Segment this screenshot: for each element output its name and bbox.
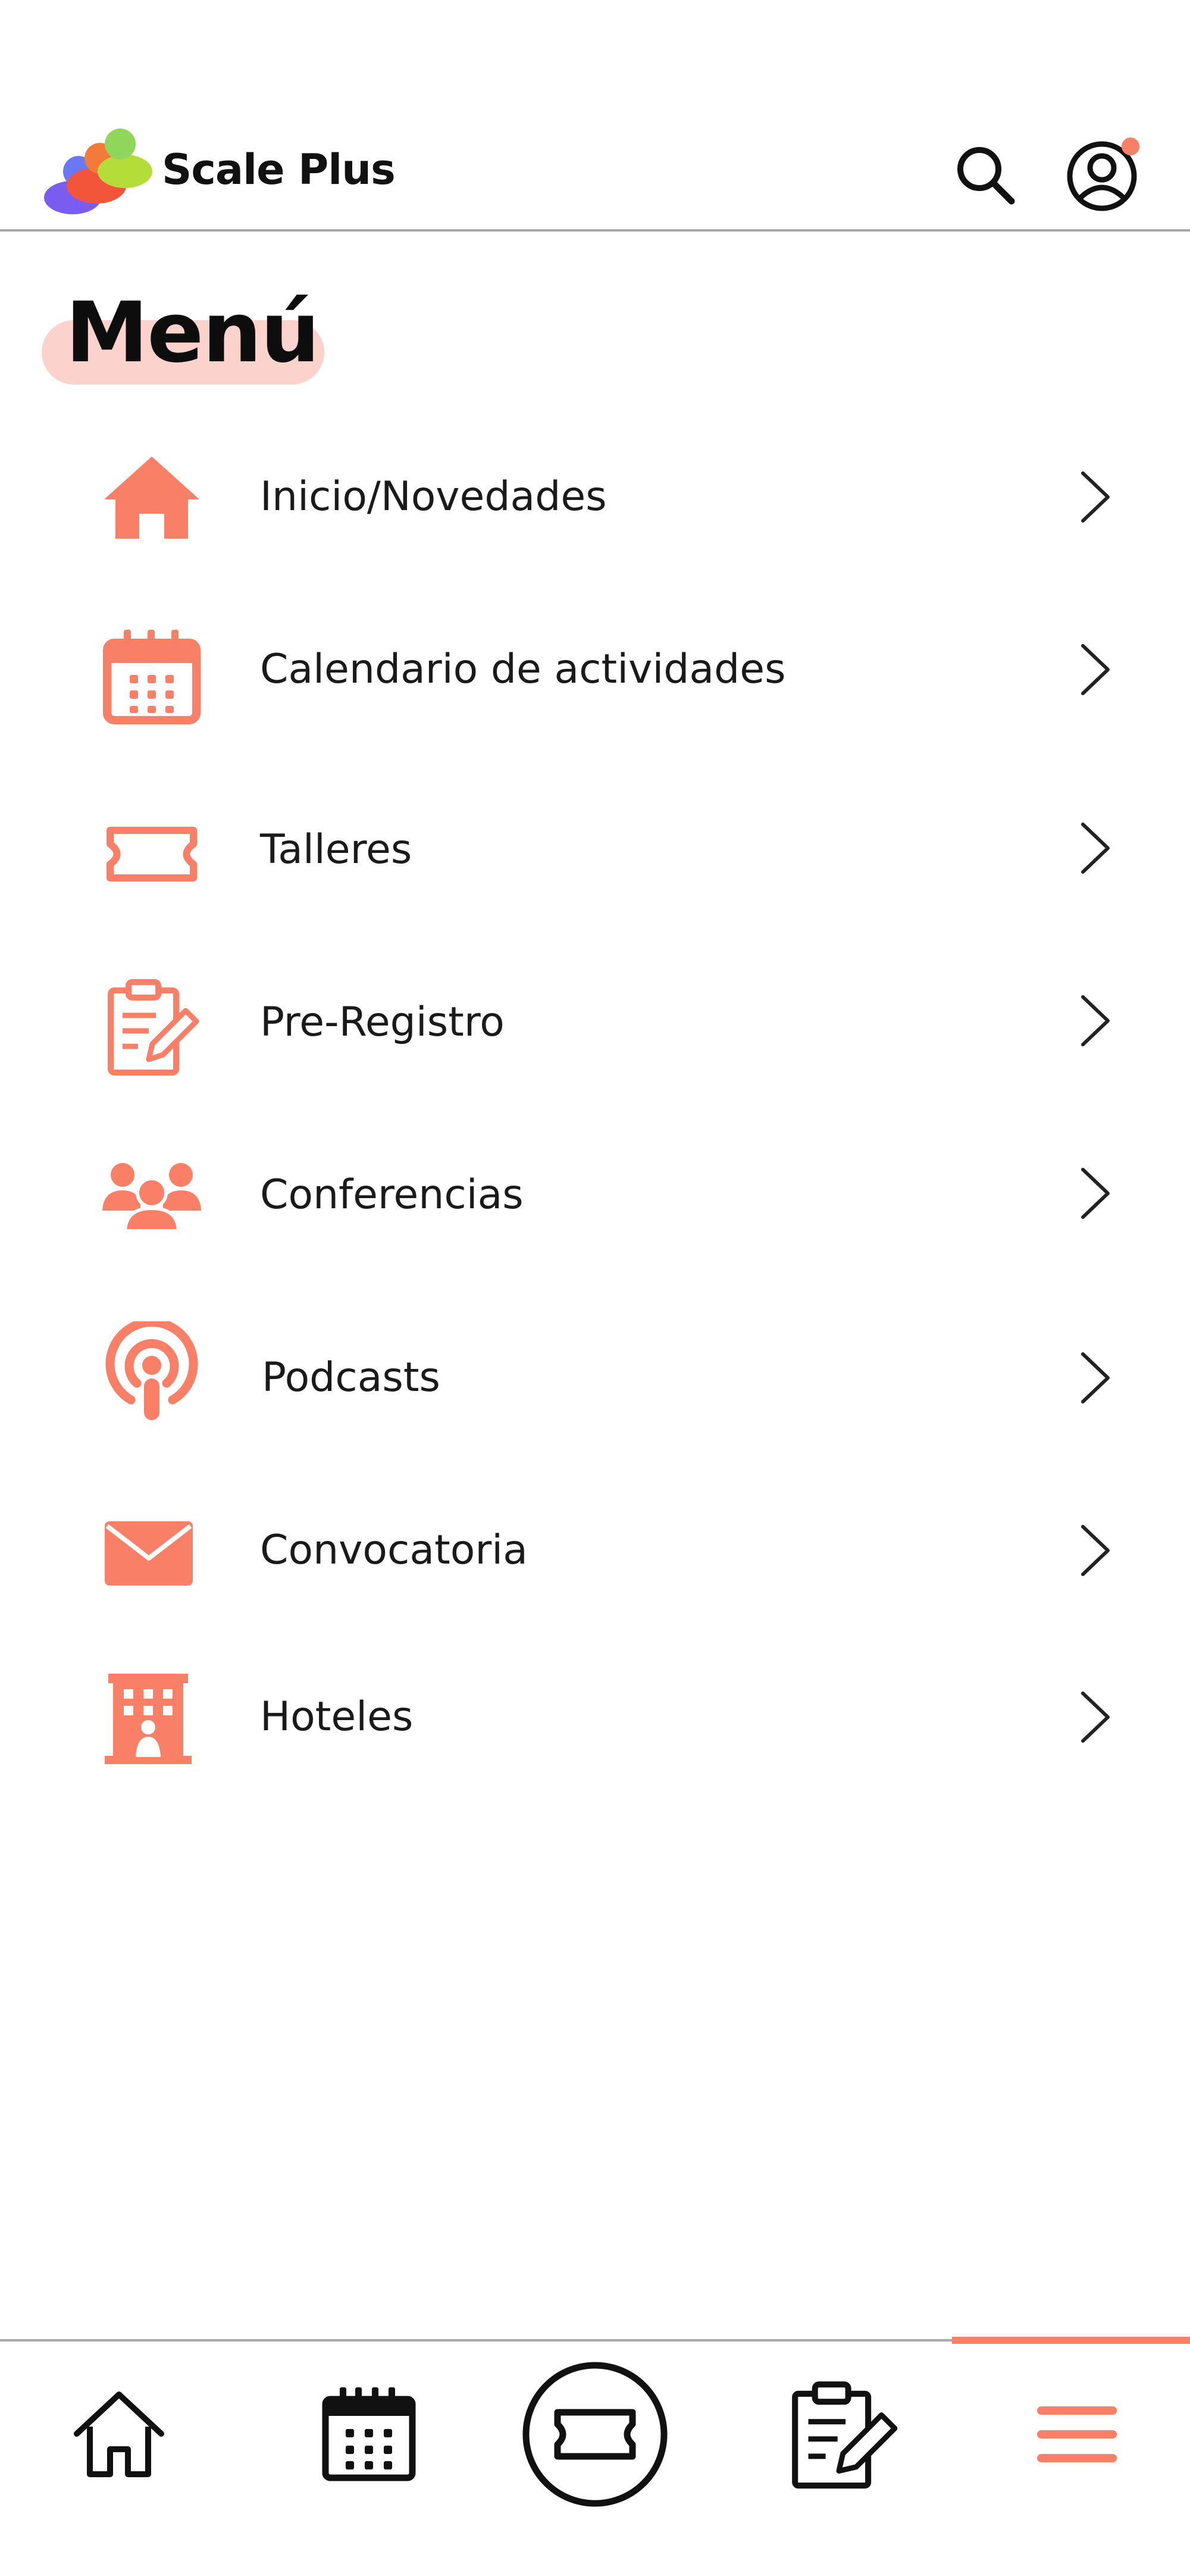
app-header: Scale Plus bbox=[0, 113, 1190, 230]
calendar-icon bbox=[101, 625, 202, 726]
nav-menu-button[interactable] bbox=[1006, 2360, 1148, 2509]
calendar-icon bbox=[322, 2387, 416, 2481]
page-title: Menú bbox=[65, 285, 320, 382]
menu-item-inicio[interactable]: Inicio/Novedades bbox=[0, 434, 1190, 565]
users-group-icon bbox=[101, 1149, 202, 1250]
chevron-right-icon bbox=[1081, 1168, 1110, 1219]
profile-button[interactable] bbox=[1065, 136, 1142, 213]
home-icon bbox=[74, 2391, 164, 2477]
menu-item-label: Pre-Registro bbox=[260, 999, 505, 1046]
search-button[interactable] bbox=[949, 139, 1020, 210]
menu-item-label: Talleres bbox=[260, 826, 412, 873]
menu-item-label: Hoteles bbox=[260, 1693, 414, 1740]
app-name: Scale Plus bbox=[162, 145, 396, 194]
menu-item-hoteles[interactable]: Hoteles bbox=[0, 1655, 1190, 1786]
hotel-icon bbox=[101, 1672, 202, 1774]
hamburger-menu-icon bbox=[1037, 2406, 1117, 2462]
podcast-icon bbox=[101, 1321, 202, 1423]
chevron-right-icon bbox=[1081, 995, 1110, 1046]
menu-item-talleres[interactable]: Talleres bbox=[0, 786, 1190, 917]
logo-icon bbox=[42, 119, 155, 220]
active-tab-indicator bbox=[952, 2337, 1190, 2344]
nav-home-button[interactable] bbox=[48, 2360, 190, 2509]
menu-item-label: Calendario de actividades bbox=[260, 646, 786, 693]
app-logo[interactable]: Scale Plus bbox=[42, 119, 396, 220]
home-icon bbox=[101, 449, 202, 551]
clipboard-edit-icon bbox=[792, 2381, 898, 2489]
menu-item-conferencias[interactable]: Conferencias bbox=[0, 1131, 1190, 1262]
chevron-right-icon bbox=[1081, 1525, 1110, 1576]
menu-item-pre-registro[interactable]: Pre-Registro bbox=[0, 958, 1190, 1089]
nav-calendar-button[interactable] bbox=[298, 2360, 440, 2509]
menu-item-label: Podcasts bbox=[262, 1354, 440, 1401]
chevron-right-icon bbox=[1081, 1692, 1110, 1743]
ticket-icon bbox=[101, 804, 202, 905]
page-title-block: Menú bbox=[42, 280, 324, 387]
menu-item-calendario[interactable]: Calendario de actividades bbox=[0, 607, 1190, 738]
nav-talleres-button[interactable] bbox=[518, 2360, 672, 2509]
envelope-icon bbox=[101, 1506, 202, 1607]
menu-item-label: Convocatoria bbox=[260, 1527, 528, 1574]
header-divider bbox=[0, 229, 1190, 232]
nav-pre-registro-button[interactable] bbox=[774, 2360, 916, 2509]
menu-item-podcasts[interactable]: Podcasts bbox=[0, 1315, 1190, 1446]
ticket-icon bbox=[522, 2362, 668, 2507]
menu-item-label: Conferencias bbox=[260, 1171, 524, 1218]
chevron-right-icon bbox=[1081, 823, 1110, 874]
chevron-right-icon bbox=[1081, 644, 1110, 695]
chevron-right-icon bbox=[1081, 1352, 1110, 1403]
chevron-right-icon bbox=[1081, 471, 1110, 523]
notification-dot bbox=[1122, 137, 1139, 155]
search-icon bbox=[957, 147, 1015, 205]
clipboard-edit-icon bbox=[101, 976, 202, 1077]
menu-item-convocatoria[interactable]: Convocatoria bbox=[0, 1488, 1190, 1619]
menu-item-label: Inicio/Novedades bbox=[260, 473, 607, 520]
user-circle-icon bbox=[1067, 137, 1139, 211]
